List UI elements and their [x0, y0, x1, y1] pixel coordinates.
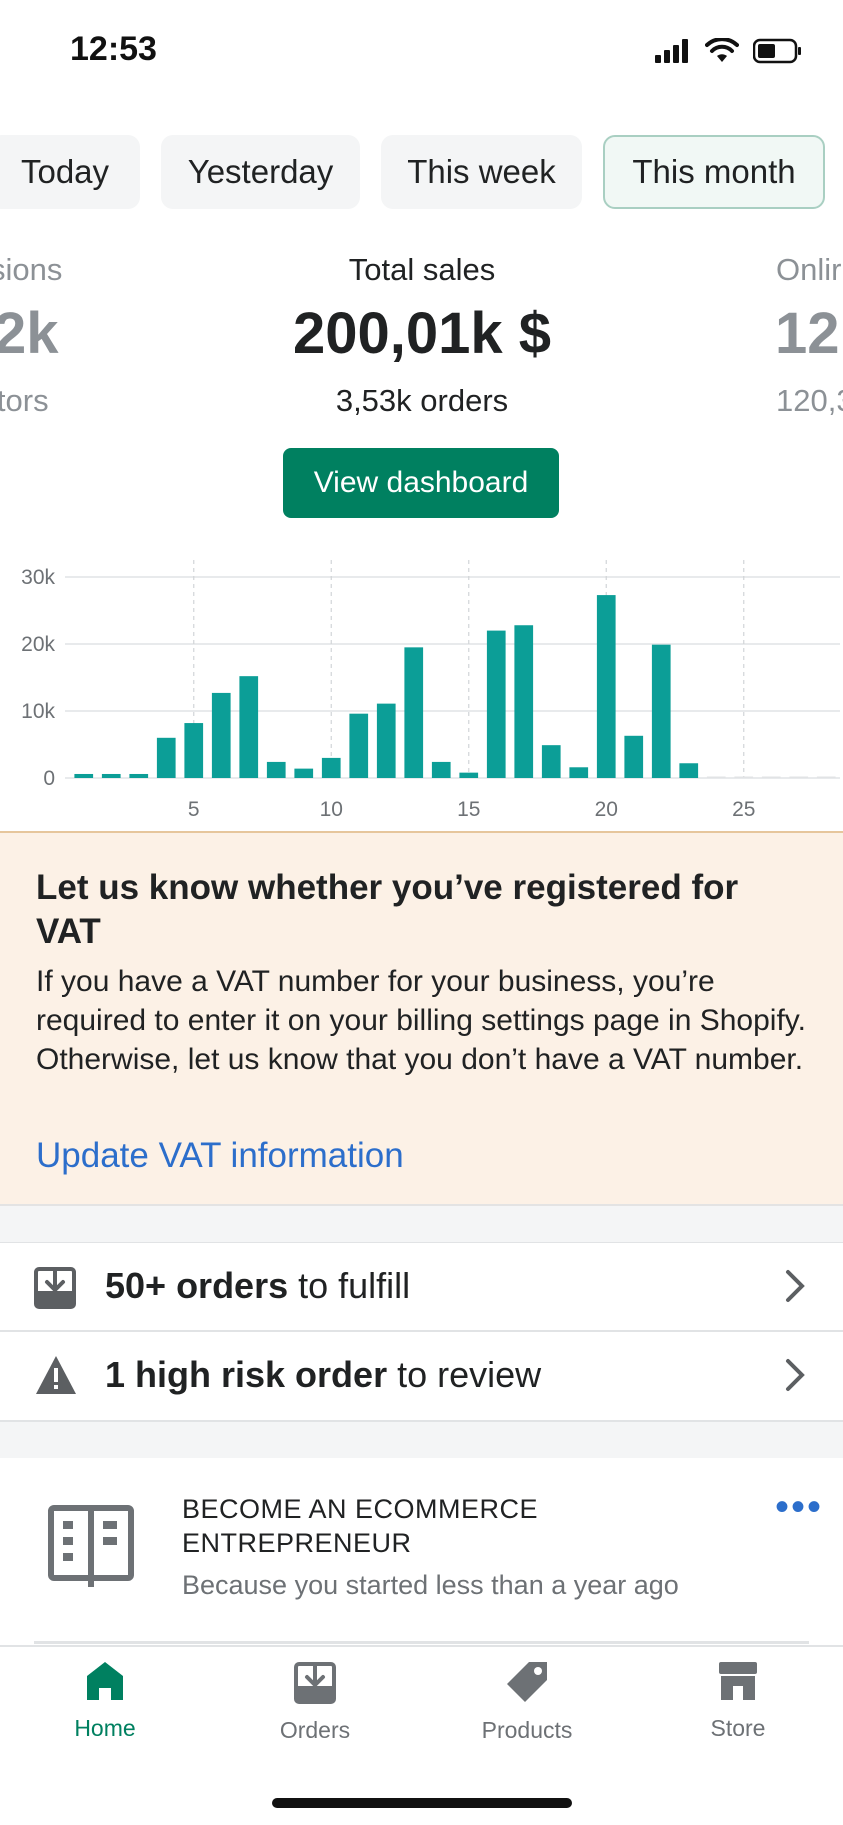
chart-bar-day-2 [101, 773, 121, 778]
chart-x-tick-label: 10 [320, 798, 343, 820]
nav-orders[interactable]: Orders [245, 1660, 385, 1744]
book-icon [48, 1505, 134, 1594]
nav-store[interactable]: Store [668, 1660, 808, 1742]
chart-bar-day-5 [184, 723, 204, 778]
chart-bar-day-7 [239, 676, 259, 778]
sales-bar-chart: 0 10k 20k 30k 5 10 15 20 25 [21, 560, 840, 820]
chart-y-tick-label: 10k [21, 700, 55, 723]
metric-left-label: sions [0, 252, 63, 287]
orders-icon [294, 1662, 336, 1704]
chart-bar-day-14 [431, 761, 451, 778]
tab-yesterday[interactable]: Yesterday [161, 135, 360, 209]
chart-y-tick-label: 0 [43, 767, 55, 790]
chart-bar-day-6 [211, 692, 231, 778]
chart-bar-day-8 [266, 761, 286, 778]
promo-card-subtitle: Because you started less than a year ago [182, 1570, 679, 1600]
download-box-icon [34, 1265, 76, 1314]
tab-this-week[interactable]: This week [381, 135, 582, 209]
metric-right-label: Onlir [776, 252, 842, 287]
task-high-risk-text: 1 high risk order to review [105, 1354, 542, 1395]
chart-bar-day-11 [349, 713, 369, 778]
card-divider [34, 1641, 809, 1644]
nav-home-label: Home [74, 1715, 136, 1741]
chart-bar-day-19 [569, 767, 589, 778]
chart-y-tick-label: 20k [21, 633, 55, 656]
nav-products[interactable]: Products [457, 1660, 597, 1744]
chart-bar-day-28 [816, 776, 836, 778]
total-sales-value[interactable]: 200,01k $ [222, 300, 622, 367]
chart-bar-day-10 [321, 757, 341, 778]
chart-bar-day-9 [294, 768, 314, 778]
chevron-right-icon [785, 1269, 805, 1308]
metric-right-value: 12 [775, 301, 840, 366]
chart-bar-day-21 [624, 735, 644, 778]
metric-left-value: 2k [0, 301, 59, 366]
chart-bar-day-4 [156, 737, 176, 778]
chart-bar-day-15 [459, 772, 479, 778]
chart-bar-day-25 [734, 776, 754, 778]
nav-home[interactable]: Home [35, 1660, 175, 1742]
chart-bar-day-16 [486, 630, 506, 778]
tab-today[interactable]: Today [0, 135, 140, 209]
chart-bar-day-17 [514, 625, 534, 778]
promo-card-title: BECOME AN ECOMMERCE ENTREPRENEUR [182, 1494, 539, 1558]
vat-banner-title: Let us know whether you’ve registered fo… [36, 868, 739, 951]
battery-icon [753, 38, 801, 64]
tag-icon [507, 1662, 547, 1702]
section-divider [0, 1422, 843, 1458]
home-icon [87, 1662, 123, 1700]
status-time: 12:53 [70, 30, 157, 68]
warning-triangle-icon [34, 1354, 78, 1401]
task-fulfill-text: 50+ orders to fulfill [105, 1265, 411, 1306]
chart-x-tick-label: 20 [595, 798, 618, 820]
signal-icon [655, 39, 688, 63]
task-row-high-risk[interactable]: 1 high risk order to review [0, 1332, 843, 1422]
chart-bar-day-20 [596, 595, 616, 778]
chart-x-tick-label: 15 [457, 798, 480, 820]
chart-x-tick-label: 5 [188, 798, 200, 820]
vat-banner-body: If you have a VAT number for your busine… [36, 965, 806, 1076]
wifi-icon [705, 38, 739, 62]
nav-store-label: Store [710, 1715, 766, 1741]
update-vat-link[interactable]: Update VAT information [36, 1136, 404, 1176]
nav-orders-label: Orders [279, 1717, 351, 1743]
chart-bar-day-24 [706, 776, 726, 778]
chart-bar-day-13 [404, 647, 424, 778]
chart-bar-day-3 [129, 773, 149, 778]
metric-right-sub: 120,3 [776, 383, 843, 418]
orders-count: 3,53k orders [335, 383, 509, 418]
tab-this-month[interactable]: This month [603, 135, 825, 209]
chevron-right-icon [785, 1358, 805, 1397]
chart-bar-day-26 [761, 776, 781, 778]
chart-y-tick-label: 30k [21, 566, 55, 589]
metric-left-sub: itors [0, 383, 49, 418]
store-icon [719, 1662, 757, 1700]
chart-bar-day-22 [651, 644, 671, 778]
chart-bar-day-27 [789, 776, 809, 778]
chart-bar-day-23 [679, 763, 699, 778]
total-sales-label: Total sales [348, 252, 496, 287]
view-dashboard-button[interactable]: View dashboard [283, 448, 559, 518]
more-options-icon[interactable]: ••• [775, 1485, 823, 1530]
task-row-fulfill[interactable]: 50+ orders to fulfill [0, 1242, 843, 1332]
chart-bar-day-12 [376, 703, 396, 778]
chart-bar-day-1 [74, 773, 94, 778]
section-divider [0, 1206, 843, 1242]
chart-x-tick-label: 25 [732, 798, 755, 820]
chart-bar-day-18 [541, 745, 561, 778]
home-indicator [272, 1798, 572, 1808]
nav-products-label: Products [481, 1717, 573, 1743]
status-icons [655, 38, 803, 64]
